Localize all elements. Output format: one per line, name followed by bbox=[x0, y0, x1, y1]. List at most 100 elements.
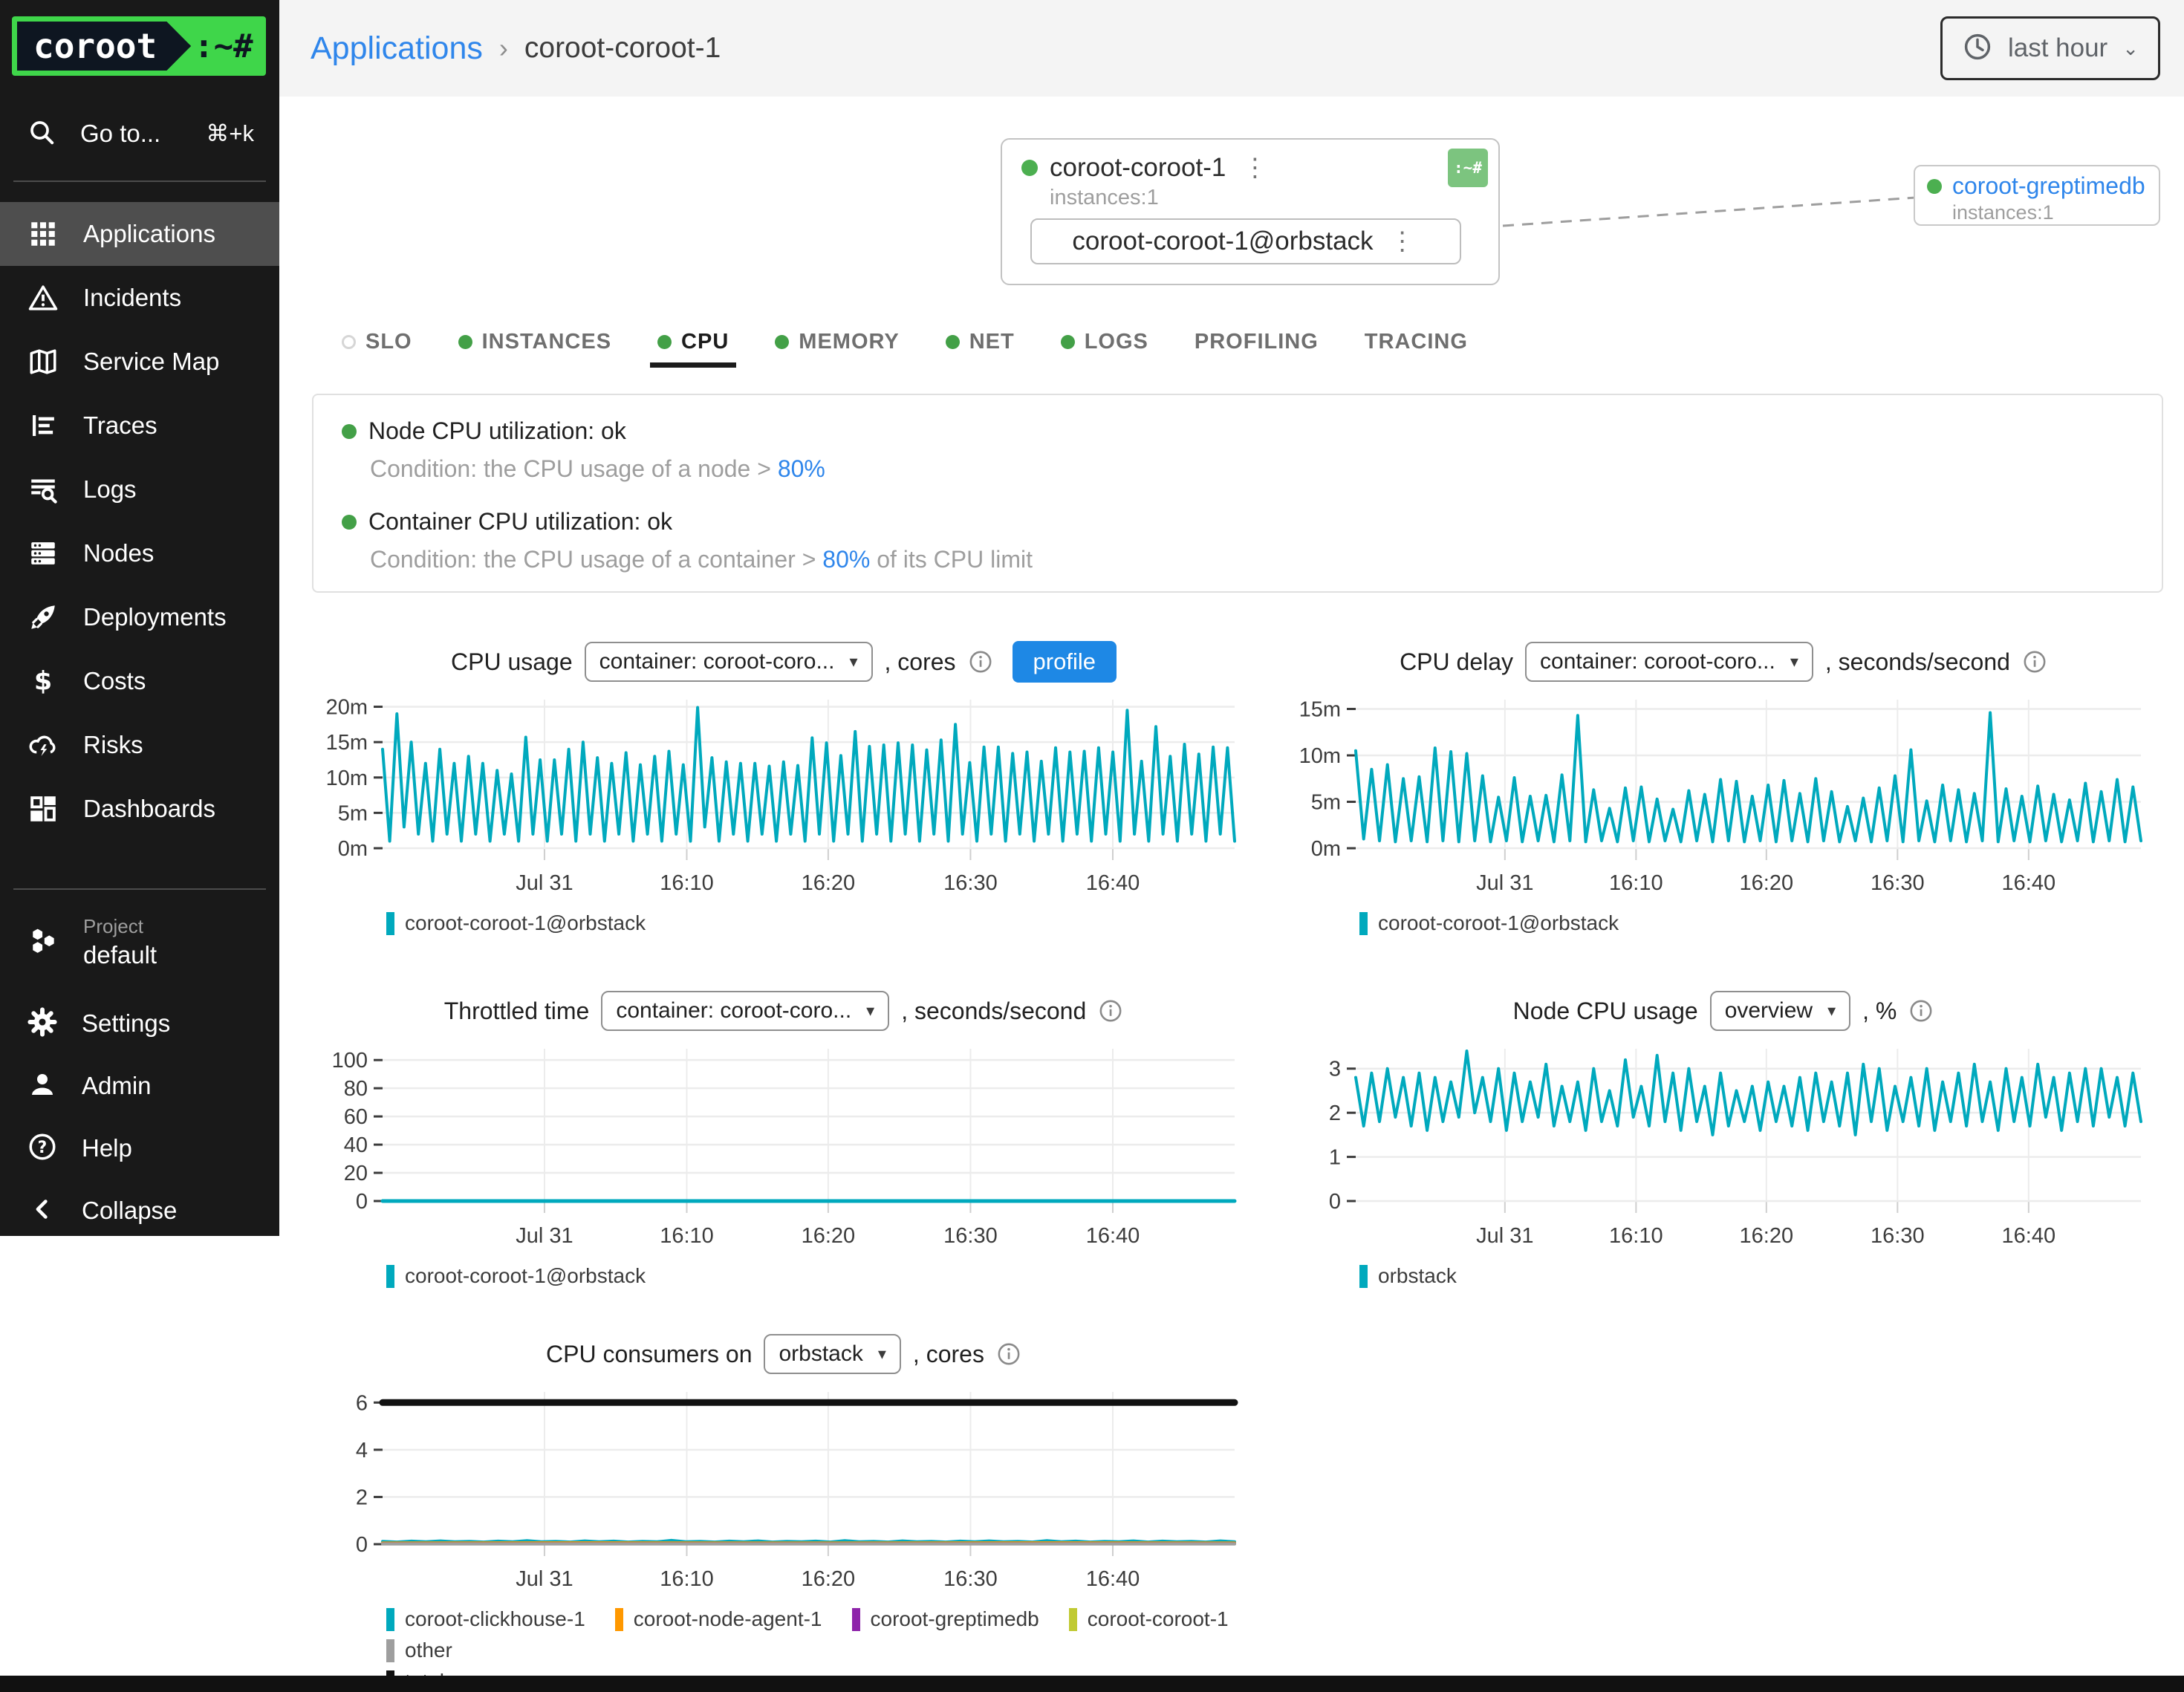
info-icon[interactable] bbox=[1908, 998, 1934, 1024]
sidebar-item-label: Incidents bbox=[83, 284, 181, 312]
svg-text:16:20: 16:20 bbox=[802, 871, 856, 895]
check-title: Node CPU utilization: ok bbox=[368, 417, 626, 445]
svg-text:15m: 15m bbox=[1299, 698, 1341, 722]
info-icon[interactable] bbox=[1098, 998, 1123, 1024]
svg-text:15m: 15m bbox=[326, 731, 368, 755]
svg-text:16:10: 16:10 bbox=[1609, 1224, 1663, 1248]
gear-icon bbox=[27, 1006, 58, 1041]
legend-swatch bbox=[386, 1639, 394, 1662]
tab-profiling[interactable]: PROFILING bbox=[1195, 330, 1319, 354]
coroot-logo-text: coroot bbox=[17, 22, 191, 71]
sidebar-item-dashboards[interactable]: Dashboards bbox=[0, 777, 279, 841]
threshold-link[interactable]: 80% bbox=[778, 455, 825, 482]
sidebar-item-service-map[interactable]: Service Map bbox=[0, 330, 279, 394]
sidebar-item-label: Nodes bbox=[83, 539, 154, 567]
node-cpu-usage-plot[interactable]: Jul 3116:1016:2016:3016:400123 bbox=[1285, 1037, 2162, 1257]
sidebar-collapse-button[interactable]: Collapse bbox=[0, 1179, 279, 1242]
sidebar-item-label: Dashboards bbox=[83, 795, 215, 823]
tab-tracing[interactable]: TRACING bbox=[1365, 330, 1468, 354]
goto-search[interactable]: Go to... ⌘+k bbox=[0, 105, 279, 162]
legend-swatch bbox=[615, 1608, 623, 1631]
container-selector[interactable]: container: coroot-coro... ▾ bbox=[1525, 642, 1813, 682]
map-icon bbox=[27, 346, 59, 377]
sidebar-item-applications[interactable]: Applications bbox=[0, 202, 279, 266]
cpu-usage-plot[interactable]: Jul 3116:1016:2016:3016:400m5m10m15m20m bbox=[312, 688, 1255, 904]
tab-cpu[interactable]: CPU bbox=[657, 330, 729, 354]
legend-swatch bbox=[386, 1608, 394, 1631]
search-icon bbox=[27, 117, 56, 151]
apps-grid-icon bbox=[27, 218, 59, 250]
dependency-card: coroot-greptimedb instances:1 bbox=[1914, 165, 2160, 226]
tab-slo[interactable]: SLO bbox=[342, 330, 412, 354]
app-card-title: coroot-coroot-1 bbox=[1050, 153, 1226, 183]
svg-text:0m: 0m bbox=[1311, 837, 1341, 861]
legend-item[interactable]: coroot-greptimedb bbox=[852, 1607, 1039, 1631]
node-selector[interactable]: orbstack ▾ bbox=[764, 1334, 900, 1374]
dependency-name-link[interactable]: coroot-greptimedb bbox=[1952, 172, 2145, 200]
cpu-delay-plot[interactable]: Jul 3116:1016:2016:3016:400m5m10m15m bbox=[1285, 688, 2162, 904]
info-icon[interactable] bbox=[996, 1341, 1021, 1367]
time-range-picker[interactable]: last hour ⌄ bbox=[1940, 16, 2160, 80]
logs-search-icon bbox=[27, 474, 59, 505]
legend-item[interactable]: orbstack bbox=[1359, 1264, 1457, 1288]
svg-text:Jul 31: Jul 31 bbox=[516, 1224, 573, 1248]
svg-text:16:30: 16:30 bbox=[1871, 1224, 1925, 1248]
sidebar-item-deployments[interactable]: Deployments bbox=[0, 585, 279, 649]
chart-unit: , seconds/second bbox=[1825, 648, 2010, 676]
svg-text:20: 20 bbox=[344, 1162, 368, 1185]
sidebar-project-switcher[interactable]: Project default bbox=[0, 915, 279, 969]
instance-box[interactable]: coroot-coroot-1@orbstack ⋮ bbox=[1030, 218, 1461, 264]
cpu-consumers-plot[interactable]: Jul 3116:1016:2016:3016:400246 bbox=[312, 1380, 1255, 1600]
sidebar-item-nodes[interactable]: Nodes bbox=[0, 521, 279, 585]
sidebar-item-risks[interactable]: Risks bbox=[0, 713, 279, 777]
sidebar-item-label: Deployments bbox=[83, 603, 227, 631]
sidebar-item-logs[interactable]: Logs bbox=[0, 458, 279, 521]
legend-item[interactable]: coroot-coroot-1@orbstack bbox=[386, 911, 646, 935]
chart-unit: , seconds/second bbox=[901, 998, 1086, 1025]
cpu-consumers-chart: CPU consumers on orbstack ▾ , cores Jul … bbox=[312, 1328, 1255, 1692]
info-icon[interactable] bbox=[2022, 649, 2047, 674]
tab-logs[interactable]: LOGS bbox=[1061, 330, 1148, 354]
tab-instances[interactable]: INSTANCES bbox=[458, 330, 611, 354]
top-bar: Applications › coroot-coroot-1 last hour… bbox=[279, 0, 2184, 97]
view-selector[interactable]: overview ▾ bbox=[1710, 991, 1850, 1031]
svg-text:100: 100 bbox=[332, 1049, 368, 1073]
legend-item[interactable]: coroot-clickhouse-1 bbox=[386, 1607, 585, 1631]
dashboard-icon bbox=[27, 793, 59, 824]
sidebar-item-costs[interactable]: $ Costs bbox=[0, 649, 279, 713]
legend-item[interactable]: coroot-coroot-1 bbox=[1069, 1607, 1229, 1631]
profile-button[interactable]: profile bbox=[1013, 641, 1117, 683]
coroot-logo[interactable]: coroot :~# bbox=[12, 16, 266, 76]
svg-text:16:10: 16:10 bbox=[660, 1567, 714, 1591]
info-icon[interactable] bbox=[968, 649, 993, 674]
sidebar-item-admin[interactable]: Admin bbox=[0, 1055, 279, 1117]
threshold-link[interactable]: 80% bbox=[822, 546, 870, 573]
dropdown-caret-icon: ▾ bbox=[878, 1344, 886, 1364]
throttled-time-plot[interactable]: Jul 3116:1016:2016:3016:40020406080100 bbox=[312, 1037, 1255, 1257]
legend-item[interactable]: coroot-coroot-1@orbstack bbox=[386, 1264, 646, 1288]
tab-memory[interactable]: MEMORY bbox=[775, 330, 899, 354]
legend-item[interactable]: coroot-node-agent-1 bbox=[615, 1607, 822, 1631]
sidebar-item-traces[interactable]: Traces bbox=[0, 394, 279, 458]
breadcrumb-applications-link[interactable]: Applications bbox=[311, 30, 483, 67]
app-kebab-menu-icon[interactable]: ⋮ bbox=[1238, 153, 1272, 183]
person-icon bbox=[27, 1069, 58, 1104]
svg-text:0: 0 bbox=[1329, 1190, 1341, 1214]
status-dot-ok bbox=[657, 335, 672, 349]
sidebar-item-help[interactable]: ? Help bbox=[0, 1117, 279, 1179]
legend-item[interactable]: coroot-coroot-1@orbstack bbox=[1359, 911, 1619, 935]
sidebar-item-settings[interactable]: Settings bbox=[0, 992, 279, 1055]
dependency-status-dot bbox=[1927, 179, 1942, 194]
legend-item[interactable]: other bbox=[386, 1639, 452, 1662]
tab-net[interactable]: NET bbox=[946, 330, 1015, 354]
container-selector[interactable]: container: coroot-coro... ▾ bbox=[601, 991, 889, 1031]
sidebar-item-incidents[interactable]: Incidents bbox=[0, 266, 279, 330]
svg-text:5m: 5m bbox=[338, 801, 368, 825]
container-selector[interactable]: container: coroot-coro... ▾ bbox=[585, 642, 873, 682]
instance-kebab-menu-icon[interactable]: ⋮ bbox=[1385, 227, 1420, 256]
check-node-cpu: Node CPU utilization: ok Condition: the … bbox=[342, 417, 2133, 483]
dropdown-caret-icon: ▾ bbox=[866, 1001, 874, 1021]
legend-swatch bbox=[1359, 1265, 1368, 1288]
chart-title: CPU usage bbox=[451, 648, 573, 676]
svg-text:16:20: 16:20 bbox=[1740, 1224, 1794, 1248]
